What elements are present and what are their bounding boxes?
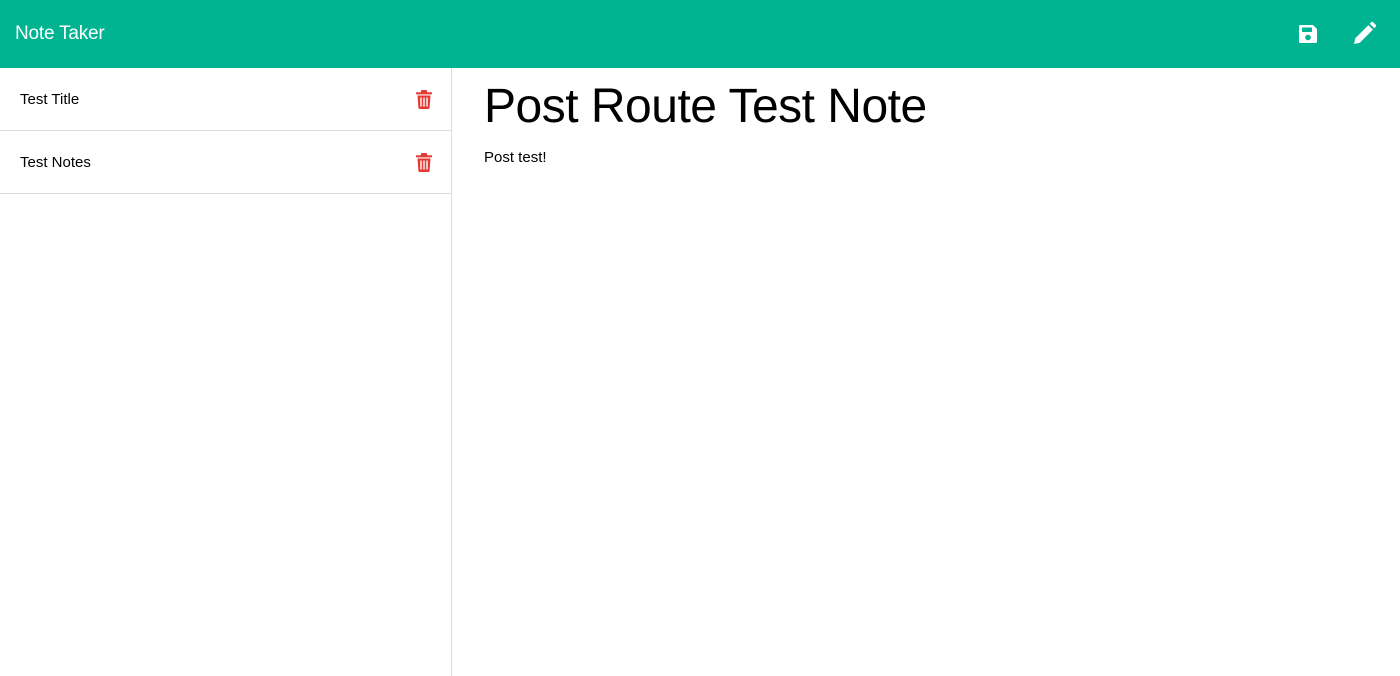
pencil-icon[interactable] bbox=[1351, 21, 1377, 47]
save-icon[interactable] bbox=[1295, 21, 1321, 47]
navbar-actions bbox=[1295, 21, 1385, 47]
note-viewer: Post Route Test Note Post test! bbox=[452, 68, 1400, 676]
app-brand[interactable]: Note Taker bbox=[15, 23, 105, 45]
trash-icon[interactable] bbox=[416, 89, 432, 109]
trash-icon[interactable] bbox=[416, 152, 432, 172]
note-list: Test Title Test Notes bbox=[0, 68, 451, 194]
note-item-title[interactable]: Test Title bbox=[20, 91, 79, 108]
list-item[interactable]: Test Notes bbox=[0, 131, 451, 194]
navbar: Note Taker bbox=[0, 0, 1400, 68]
note-text[interactable]: Post test! bbox=[484, 149, 1368, 166]
note-title[interactable]: Post Route Test Note bbox=[484, 80, 1368, 134]
list-item[interactable]: Test Title bbox=[0, 68, 451, 131]
notes-sidebar: Test Title Test Notes bbox=[0, 68, 452, 676]
note-item-title[interactable]: Test Notes bbox=[20, 154, 91, 171]
